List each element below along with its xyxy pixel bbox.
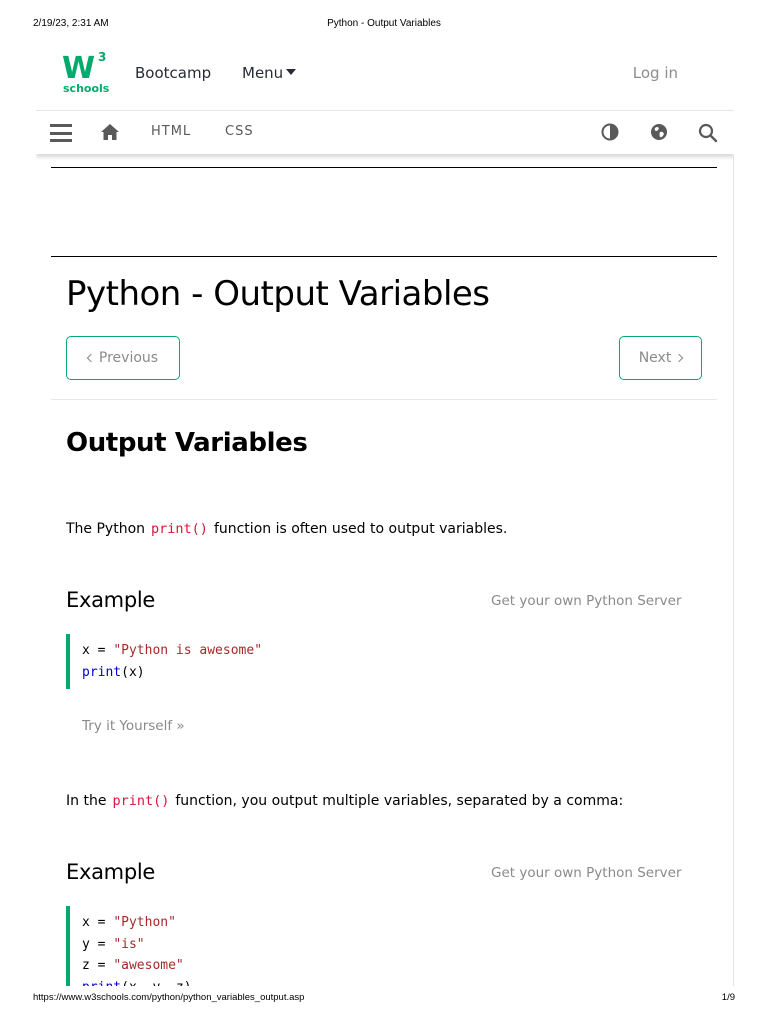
try-it-yourself-button[interactable]: Try it Yourself » (82, 718, 185, 734)
para2-text-before: In the (66, 793, 107, 809)
nav-html[interactable]: HTML (151, 124, 191, 139)
bootcamp-link[interactable]: Bootcamp (135, 64, 211, 82)
example-1-server-link[interactable]: Get your own Python Server (491, 593, 682, 609)
example-2-heading: Example (66, 860, 156, 884)
code-text: (x, y, z) (121, 980, 191, 987)
globe-icon[interactable] (650, 123, 668, 141)
page-right-border (733, 156, 734, 986)
section-divider (51, 399, 717, 400)
chevron-right-icon (675, 353, 684, 363)
hamburger-icon[interactable] (50, 124, 72, 142)
print-header: 2/19/23, 2:31 AM Python - Output Variabl… (33, 18, 735, 32)
code-text: x = (82, 915, 114, 930)
print-page-title: Python - Output Variables (327, 18, 441, 29)
logo-mark: W (62, 51, 95, 86)
example-2-server-link[interactable]: Get your own Python Server (491, 865, 682, 881)
ad-placeholder (51, 167, 717, 257)
code-text: x = (82, 643, 114, 658)
code-line: z = "awesome" (82, 955, 686, 977)
top-navigation: W 3 schools Bootcamp Menu Log in (36, 36, 734, 110)
code-string: "awesome" (113, 958, 184, 973)
caret-down-icon (286, 69, 297, 75)
search-icon[interactable] (698, 123, 718, 143)
code-function: print (82, 664, 122, 680)
browser-page: W 3 schools Bootcamp Menu Log in HTML CS… (36, 36, 734, 986)
section-heading: Output Variables (66, 428, 308, 458)
para1-text-before: The Python (66, 521, 146, 537)
second-paragraph: In the print() function, you output multip… (66, 793, 623, 809)
logo-text: schools (63, 82, 110, 95)
intro-paragraph: The Python print() function is often used … (66, 521, 507, 537)
print-page-number: 1/9 (721, 992, 735, 1003)
login-link[interactable]: Log in (633, 64, 678, 82)
example-1-heading: Example (66, 588, 156, 612)
home-icon[interactable] (100, 123, 120, 141)
code-string: "Python is awesome" (113, 643, 263, 658)
code-line: x = "Python" (82, 912, 686, 934)
print-footer: https://www.w3schools.com/python/python_… (33, 992, 735, 1006)
code-function: print (82, 980, 121, 987)
logo-superscript: 3 (98, 50, 107, 64)
previous-button[interactable]: Previous (66, 336, 180, 380)
code-text: (x) (121, 664, 145, 680)
code-text: y = (82, 936, 114, 952)
code-string: "Python" (113, 915, 176, 930)
contrast-icon[interactable] (601, 123, 619, 141)
code-text: z = (82, 958, 114, 973)
menu-label: Menu (242, 64, 284, 82)
para2-text-after: function, you output multiple variables,… (175, 793, 624, 809)
menu-dropdown[interactable]: Menu (242, 64, 297, 82)
page-title: Python - Output Variables (66, 274, 490, 314)
para1-text-after: function is often used to output variabl… (213, 521, 508, 537)
code-line: print(x) (82, 662, 686, 684)
nav-css[interactable]: CSS (225, 124, 254, 139)
chevron-left-icon (86, 353, 96, 363)
previous-label: Previous (98, 350, 159, 366)
next-label: Next (638, 350, 672, 366)
next-button[interactable]: Next (619, 336, 702, 380)
code-string: "is" (113, 936, 145, 952)
example-1-code: x = "Python is awesome" print(x) (66, 634, 686, 689)
example-2-code: x = "Python"y = "is"z = "awesome"print(x… (66, 906, 686, 986)
code-line: x = "Python is awesome" (82, 640, 686, 662)
print-url: https://www.w3schools.com/python/python_… (33, 992, 305, 1003)
w3schools-logo[interactable]: W 3 schools (60, 50, 110, 96)
inline-code-print-2: print() (112, 793, 170, 809)
topic-navbar: HTML CSS (36, 110, 734, 154)
code-line: print(x, y, z) (82, 977, 686, 987)
code-line: y = "is" (82, 934, 686, 956)
inline-code-print: print() (151, 521, 208, 537)
